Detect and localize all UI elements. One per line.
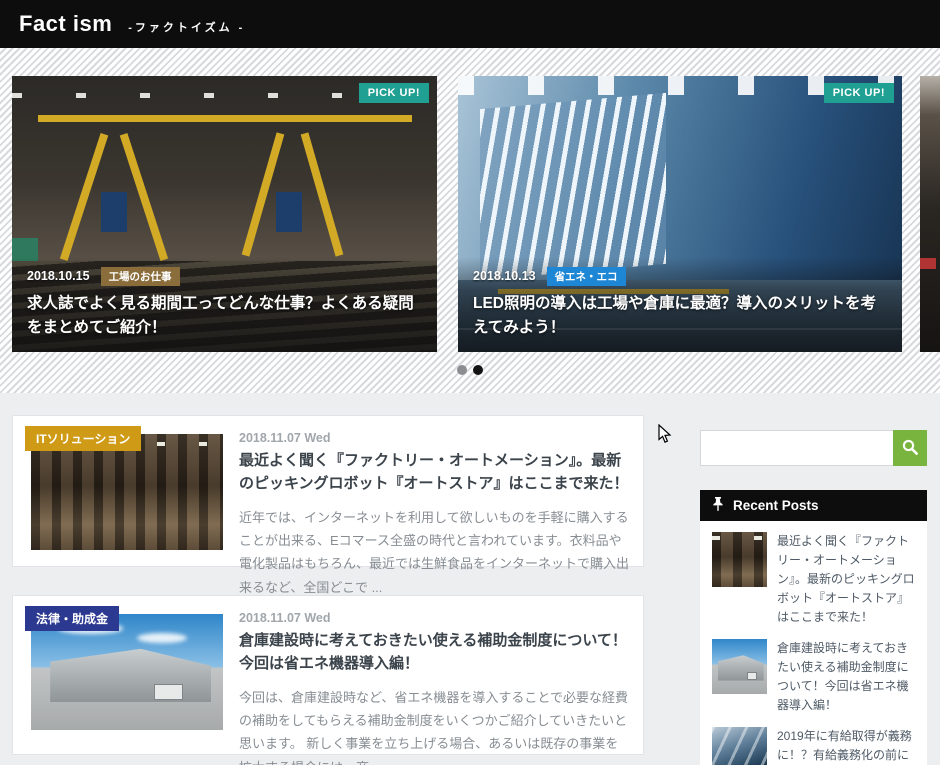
slide-3-photo	[920, 76, 940, 352]
slide-1-date: 2018.10.15	[27, 269, 90, 283]
recent-post-2-thumbnail	[712, 639, 767, 694]
slide-2-title[interactable]: LED照明の導入は工場や倉庫に最適？導入のメリットを考えてみよう！	[473, 292, 887, 340]
recent-posts-header: Recent Posts	[700, 490, 927, 521]
recent-post-3-title[interactable]: 2019年に有給取得が義務に！？有給義務化の前に企業が準備しておくべきことは？	[777, 727, 915, 765]
carousel-slide-2[interactable]: PICK UP! 2018.10.13 省エネ・エコ LED照明の導入は工場や倉…	[458, 76, 902, 352]
sidebar-search	[700, 430, 927, 466]
recent-post-item[interactable]: 最近よく聞く『ファクトリー・オートメーション』。最新のピッキングロボット『オート…	[712, 532, 915, 627]
article-card: 法律・助成金 2018.11.07 Wed 倉庫建設時に考えておきたい使える補助…	[12, 595, 644, 755]
warehouse-aisle-photo	[712, 532, 767, 587]
carousel-slide-3-partial[interactable]	[920, 76, 940, 352]
page: Fact ism -ファクトイズム - PICK UP! 2018.10.15 …	[0, 0, 940, 765]
pushpin-icon	[712, 497, 724, 514]
carousel-dots	[0, 365, 940, 375]
slide-2-category-badge[interactable]: 省エネ・エコ	[547, 267, 626, 286]
article-1-category-badge[interactable]: ITソリューション	[25, 426, 141, 451]
recent-post-1-title[interactable]: 最近よく聞く『ファクトリー・オートメーション』。最新のピッキングロボット『オート…	[777, 532, 915, 627]
mouse-cursor	[658, 424, 672, 449]
escalator-photo	[712, 727, 767, 765]
slide-1-title[interactable]: 求人誌でよく見る期間工ってどんな仕事？よくある疑問をまとめてご紹介！	[27, 292, 422, 340]
carousel-slide-1[interactable]: PICK UP! 2018.10.15 工場のお仕事 求人誌でよく見る期間工って…	[12, 76, 437, 352]
recent-posts-title: Recent Posts	[733, 498, 819, 513]
article-1-body: 2018.11.07 Wed 最近よく聞く『ファクトリー・オートメーション』。最…	[239, 431, 631, 599]
article-2-body: 2018.11.07 Wed 倉庫建設時に考えておきたい使える補助金制度について…	[239, 611, 631, 765]
recent-post-item[interactable]: 倉庫建設時に考えておきたい使える補助金制度について！今回は省エネ機器導入編！	[712, 639, 915, 715]
search-input[interactable]	[700, 430, 893, 466]
pickup-badge: PICK UP!	[359, 83, 429, 103]
warehouse-aisle-photo	[31, 434, 223, 550]
hero-carousel: PICK UP! 2018.10.15 工場のお仕事 求人誌でよく見る期間工って…	[0, 48, 940, 393]
article-2-title[interactable]: 倉庫建設時に考えておきたい使える補助金制度について！今回は省エネ機器導入編！	[239, 629, 631, 676]
slide-2-date: 2018.10.13	[473, 269, 536, 283]
article-2-date: 2018.11.07 Wed	[239, 611, 631, 625]
article-card: ITソリューション 2018.11.07 Wed 最近よく聞く『ファクトリー・オ…	[12, 415, 644, 567]
warehouse-building-photo	[31, 614, 223, 730]
article-1-thumbnail[interactable]	[31, 434, 223, 550]
search-button[interactable]	[893, 430, 927, 466]
article-2-category-badge[interactable]: 法律・助成金	[25, 606, 119, 631]
search-icon	[902, 439, 918, 458]
pickup-badge: PICK UP!	[824, 83, 894, 103]
recent-posts-list: 最近よく聞く『ファクトリー・オートメーション』。最新のピッキングロボット『オート…	[700, 521, 927, 765]
carousel-dot-1[interactable]	[457, 365, 467, 375]
article-1-excerpt: 近年では、インターネットを利用して欲しいものを手軽に購入することが出来る、Eコマ…	[239, 506, 631, 600]
site-tagline: -ファクトイズム -	[128, 13, 245, 35]
warehouse-building-photo	[712, 639, 767, 694]
recent-post-3-thumbnail	[712, 727, 767, 765]
slide-1-category-badge[interactable]: 工場のお仕事	[101, 267, 180, 286]
article-2-excerpt: 今回は、倉庫建設時など、省エネ機器を導入することで必要な経費の補助をしてもらえる…	[239, 686, 631, 765]
article-2-thumbnail[interactable]	[31, 614, 223, 730]
article-1-date: 2018.11.07 Wed	[239, 431, 631, 445]
site-logo[interactable]: Fact ism	[19, 11, 112, 37]
recent-post-1-thumbnail	[712, 532, 767, 587]
slide-2-overlay: 2018.10.13 省エネ・エコ LED照明の導入は工場や倉庫に最適？導入のメ…	[458, 257, 902, 352]
recent-post-2-title[interactable]: 倉庫建設時に考えておきたい使える補助金制度について！今回は省エネ機器導入編！	[777, 639, 915, 715]
recent-post-item[interactable]: 2019年に有給取得が義務に！？有給義務化の前に企業が準備しておくべきことは？	[712, 727, 915, 765]
site-header: Fact ism -ファクトイズム -	[0, 0, 940, 48]
slide-1-overlay: 2018.10.15 工場のお仕事 求人誌でよく見る期間工ってどんな仕事？よくあ…	[12, 257, 437, 352]
article-1-title[interactable]: 最近よく聞く『ファクトリー・オートメーション』。最新のピッキングロボット『オート…	[239, 449, 631, 496]
carousel-dot-2[interactable]	[473, 365, 483, 375]
